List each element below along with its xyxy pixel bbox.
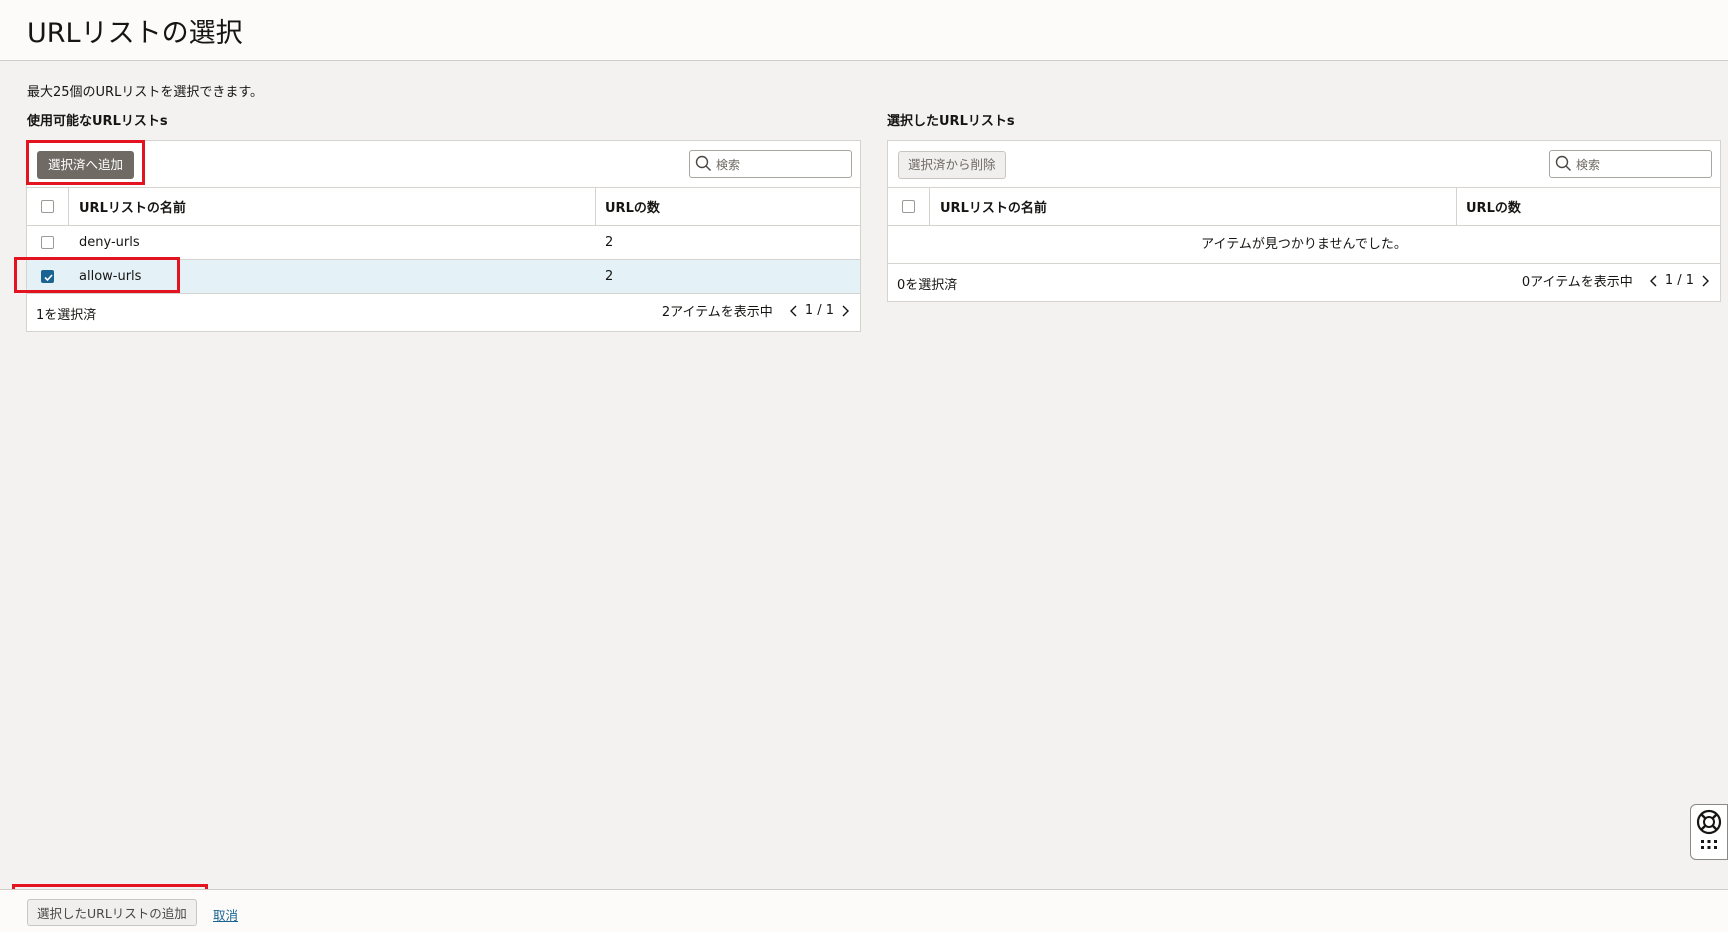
selected-pagination: 0アイテムを表示中 1 / 1 [1522, 271, 1712, 290]
chevron-left-icon[interactable] [1647, 273, 1661, 289]
selected-search-input[interactable] [1574, 154, 1708, 176]
select-all-checkbox[interactable] [41, 200, 54, 213]
highlight-box [26, 140, 145, 185]
column-header-name[interactable]: URLリストの名前 [940, 188, 1047, 225]
lifebuoy-icon [1696, 809, 1722, 849]
select-all-checkbox[interactable] [902, 200, 915, 213]
bottom-action-bar: 選択したURLリストの追加 取消 [0, 889, 1728, 932]
available-search-box [689, 150, 852, 178]
available-section-title: 使用可能なURLリストs [27, 114, 168, 129]
page-title: URLリストの選択 [27, 18, 243, 49]
available-pagination: 2アイテムを表示中 1 / 1 [662, 301, 852, 320]
available-toolbar: 選択済へ追加 [27, 141, 860, 188]
column-header-count[interactable]: URLの数 [1466, 188, 1521, 225]
available-showing-text: 2アイテムを表示中 [661, 305, 773, 320]
selected-showing-text: 0アイテムを表示中 [1521, 275, 1633, 290]
highlight-box [14, 257, 180, 293]
add-selected-url-lists-button[interactable]: 選択したURLリストの追加 [27, 899, 197, 926]
selected-toolbar: 選択済から削除 [888, 141, 1720, 188]
available-list-panel: 選択済へ追加 URLリストの名前 URLの数 deny-urls 2 allow… [26, 140, 861, 332]
cancel-link[interactable]: 取消 [213, 905, 238, 924]
empty-message: アイテムが見つかりませんでした。 [888, 226, 1720, 264]
selected-section-title: 選択したURLリストs [887, 114, 1015, 129]
page-header: URLリストの選択 [0, 0, 1728, 61]
chevron-right-icon[interactable] [838, 303, 852, 319]
search-icon [695, 155, 711, 171]
row-count: 2 [605, 269, 614, 284]
table-row[interactable]: deny-urls 2 [27, 226, 860, 260]
available-table-header: URLリストの名前 URLの数 [27, 188, 860, 226]
selected-search-box [1549, 150, 1712, 178]
row-checkbox[interactable] [41, 236, 54, 249]
chevron-right-icon[interactable] [1698, 273, 1712, 289]
column-header-name[interactable]: URLリストの名前 [79, 188, 186, 225]
selected-page-indicator: 1 / 1 [1664, 273, 1694, 288]
row-count: 2 [605, 235, 614, 250]
row-name: deny-urls [79, 235, 140, 250]
selected-list-panel: 選択済から削除 URLリストの名前 URLの数 アイテムが見つかりませんでした。… [887, 140, 1721, 302]
column-header-count[interactable]: URLの数 [605, 188, 660, 225]
available-search-input[interactable] [714, 154, 848, 176]
grid-dots-icon [1701, 840, 1717, 849]
remove-from-selected-button[interactable]: 選択済から削除 [898, 151, 1006, 179]
available-page-indicator: 1 / 1 [804, 303, 834, 318]
selected-table-header: URLリストの名前 URLの数 [888, 188, 1720, 226]
page-description: 最大25個のURLリストを選択できます。 [27, 85, 264, 100]
chevron-left-icon[interactable] [787, 303, 801, 319]
search-icon [1555, 155, 1571, 171]
help-widget[interactable] [1690, 804, 1728, 860]
